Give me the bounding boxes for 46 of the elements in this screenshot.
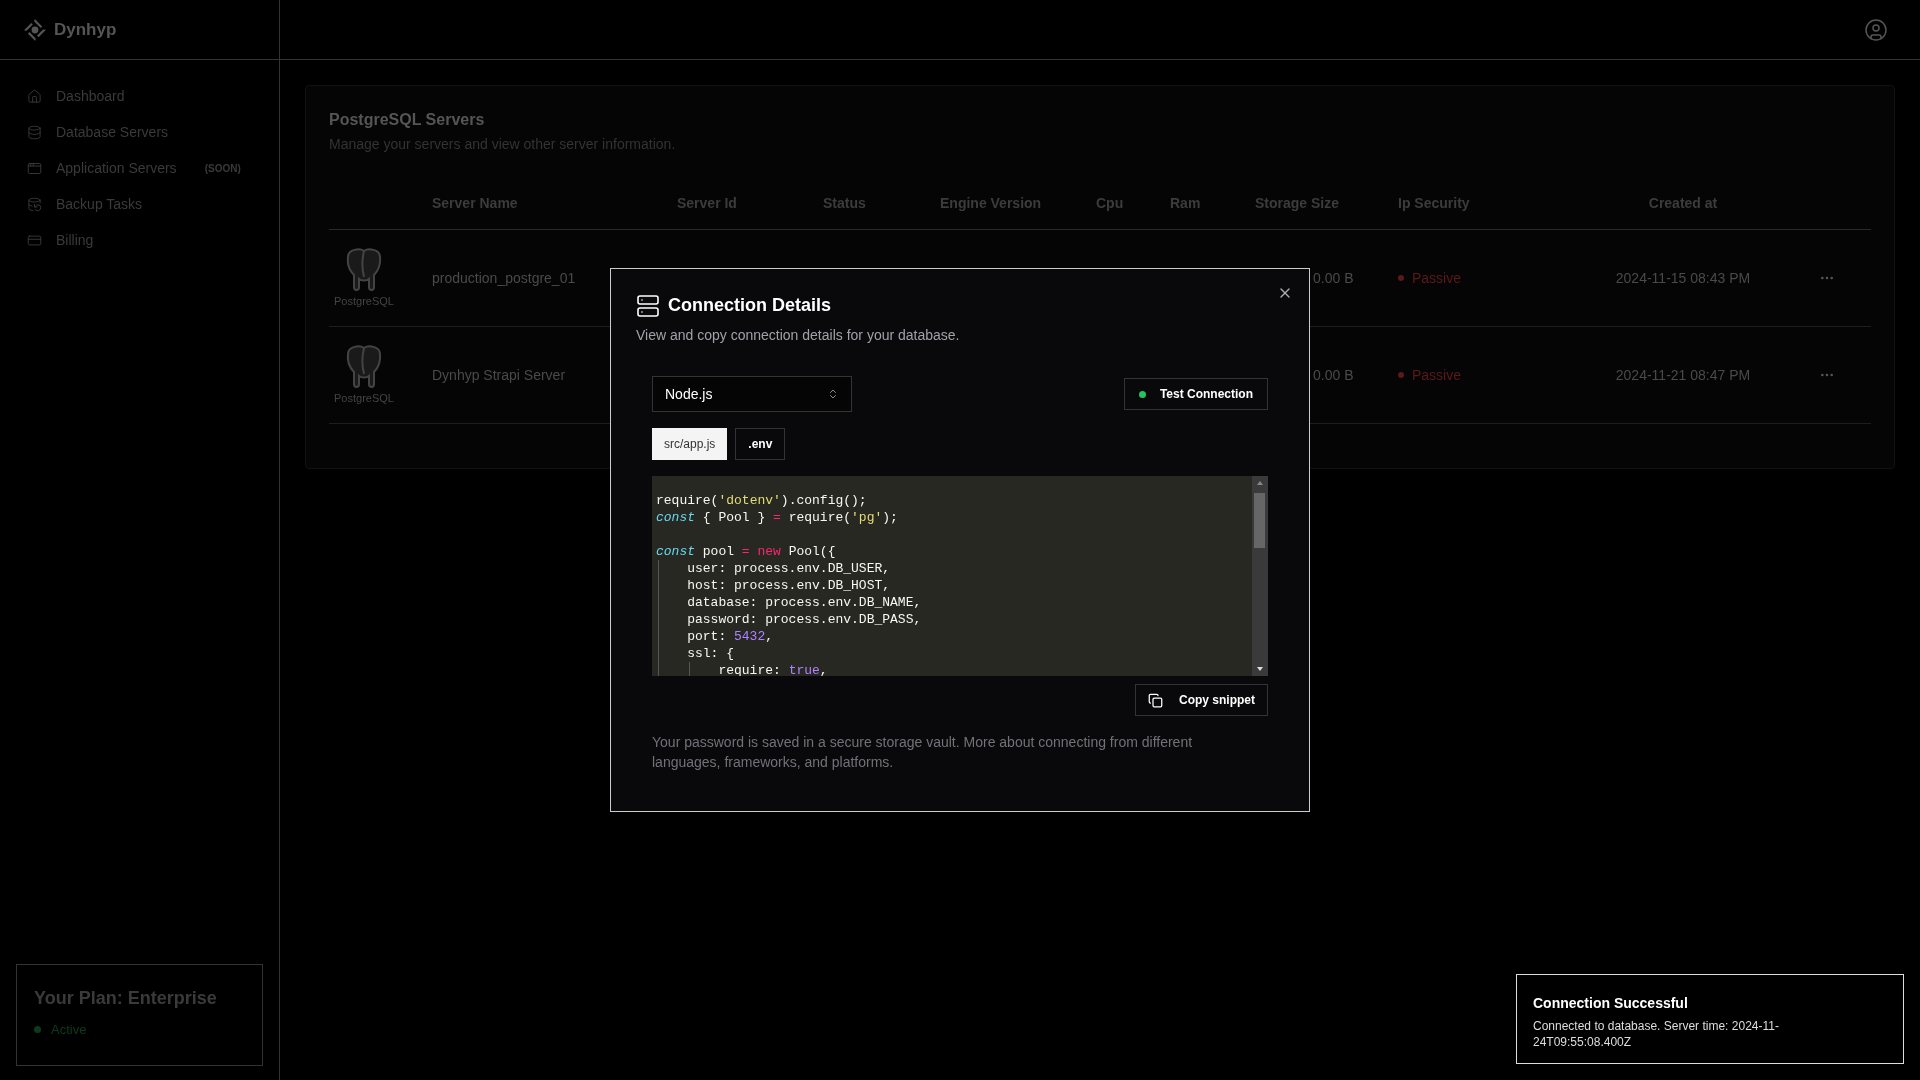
file-tab[interactable]: src/app.js [652,428,728,460]
postgresql-logo: PostgreSQL [329,343,399,407]
language-select[interactable]: Node.js [652,376,852,412]
scrollbar[interactable] [1252,476,1268,676]
ip-security: Passive [1412,365,1462,385]
dialog-title: Connection Details [668,294,832,317]
postgresql-logo: PostgreSQL [329,246,399,310]
sidebar-icon [27,232,42,248]
sidebar-icon [27,196,42,212]
dialog-description: View and copy connection details for your database. [636,326,961,345]
dialog-footer-text: Your password is saved in a secure storage vault. More about connecting from different languages, frameworks, and platforms. [652,733,1194,772]
code-line: user: process.env.DB_USER, [686,561,891,576]
code-line: require('dotenv').config(); [656,493,867,508]
chevrons-icon [827,388,839,400]
created-at: 2024-11-15 08:43 PM [1614,268,1752,288]
code-line: host: process.env.DB_HOST, [686,578,891,593]
plan-title: Your Plan: Enterprise [34,987,218,1010]
code-line: const { Pool } = require('pg'); [656,510,898,525]
code-line: ssl: { [686,646,734,661]
plan-status: Active [51,1021,87,1039]
panel-title: PostgreSQL Servers [329,110,486,130]
code-line: password: process.env.DB_PASS, [686,612,922,627]
code-line: port: 5432, [686,629,774,644]
sidebar-icon [27,124,42,140]
brand-name: Dynhyp [54,18,117,41]
code-line: require: true, [717,663,828,676]
server-name: Dynhyp Strapi Server [432,365,567,385]
storage-size: 0.00 B [1312,365,1355,385]
file-tab[interactable]: .env [735,428,786,460]
code-line: database: process.env.DB_NAME, [686,595,922,610]
storage-size: 0.00 B [1312,268,1355,288]
soon-label: (SOON) [204,161,241,176]
copy-snippet-button[interactable]: Copy snippet [1135,684,1268,716]
user-icon[interactable] [1864,17,1888,42]
copy-icon [1148,692,1163,708]
sidebar-icon [27,160,42,176]
sidebar-icon [27,88,42,104]
toast-title: Connection Successful [1533,994,1689,1013]
toast-message: Connected to database. Server time: 2024-11-24T09:55:08.400Z [1533,1018,1780,1050]
server-icon [636,293,660,318]
logo-icon [24,18,46,41]
code-line: const pool = new Pool({ [656,544,836,559]
test-connection-button[interactable]: Test Connection [1123,378,1268,410]
ip-security: Passive [1412,268,1462,288]
server-name: production_postgre_01 [432,268,577,288]
created-at: 2024-11-21 08:47 PM [1614,365,1752,385]
